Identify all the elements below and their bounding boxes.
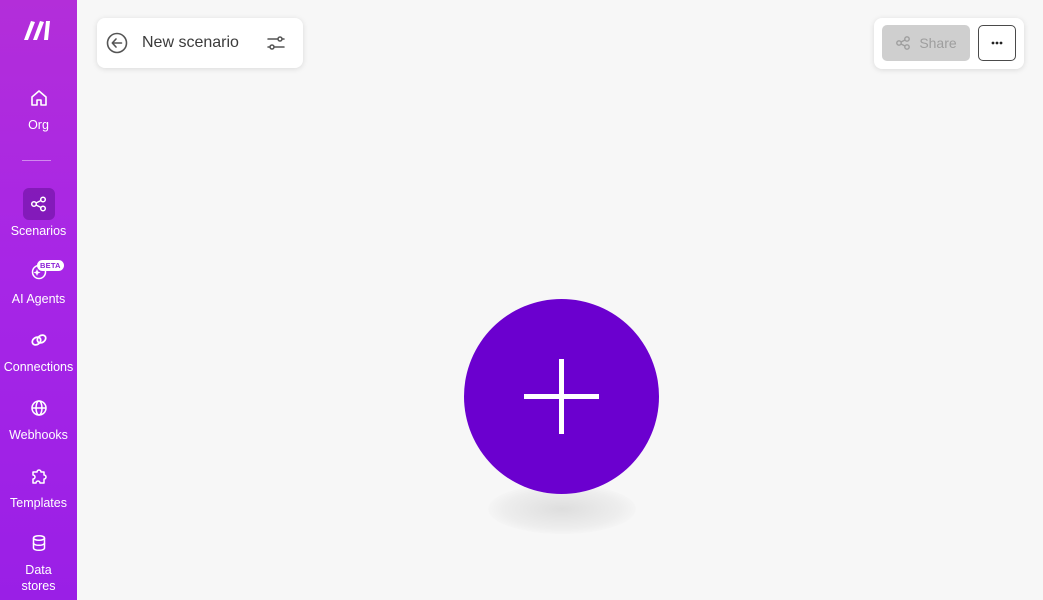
scenario-settings-button[interactable] <box>265 33 287 53</box>
plus-icon <box>524 359 599 434</box>
home-icon <box>23 82 55 114</box>
ellipsis-icon <box>991 41 1003 45</box>
sidebar-item-scenarios[interactable]: Scenarios <box>0 188 77 239</box>
scenario-title[interactable]: New scenario <box>142 34 239 52</box>
add-module-button[interactable] <box>464 299 659 494</box>
make-logo[interactable] <box>22 18 54 42</box>
puzzle-icon <box>23 460 55 492</box>
sidebar-item-org[interactable]: Org <box>0 82 77 133</box>
more-options-button[interactable] <box>978 25 1016 61</box>
globe-icon <box>23 392 55 424</box>
back-arrow-icon <box>106 32 128 54</box>
sidebar-item-data-stores[interactable]: Data stores <box>0 527 77 594</box>
share-button[interactable]: Share <box>882 25 970 61</box>
sidebar-item-label: Connections <box>3 360 74 374</box>
share-nodes-icon <box>896 36 911 50</box>
scenario-title-card: New scenario <box>97 18 303 68</box>
scenario-actions-card: Share <box>874 18 1024 69</box>
sidebar-item-connections[interactable]: Connections <box>0 324 77 375</box>
share-label: Share <box>919 35 957 51</box>
link-icon <box>23 324 55 356</box>
database-icon <box>23 527 55 559</box>
sidebar-item-label: AI Agents <box>11 292 66 306</box>
sidebar-item-templates[interactable]: Templates <box>0 460 77 511</box>
sliders-icon <box>267 36 285 50</box>
share-nodes-icon <box>22 188 55 220</box>
sidebar-item-label: Scenarios <box>10 224 67 238</box>
sidebar-item-webhooks[interactable]: Webhooks <box>0 392 77 443</box>
sidebar-divider <box>22 160 51 161</box>
back-button[interactable] <box>105 31 129 55</box>
sidebar: Org Scenarios AI Agents BETA Connections… <box>0 0 77 600</box>
beta-badge: BETA <box>37 260 64 271</box>
sidebar-item-label: Webhooks <box>9 428 68 442</box>
sidebar-item-label: Org <box>28 118 49 132</box>
sidebar-item-label: Templates <box>10 496 67 510</box>
sidebar-item-label: Data stores <box>21 563 56 593</box>
